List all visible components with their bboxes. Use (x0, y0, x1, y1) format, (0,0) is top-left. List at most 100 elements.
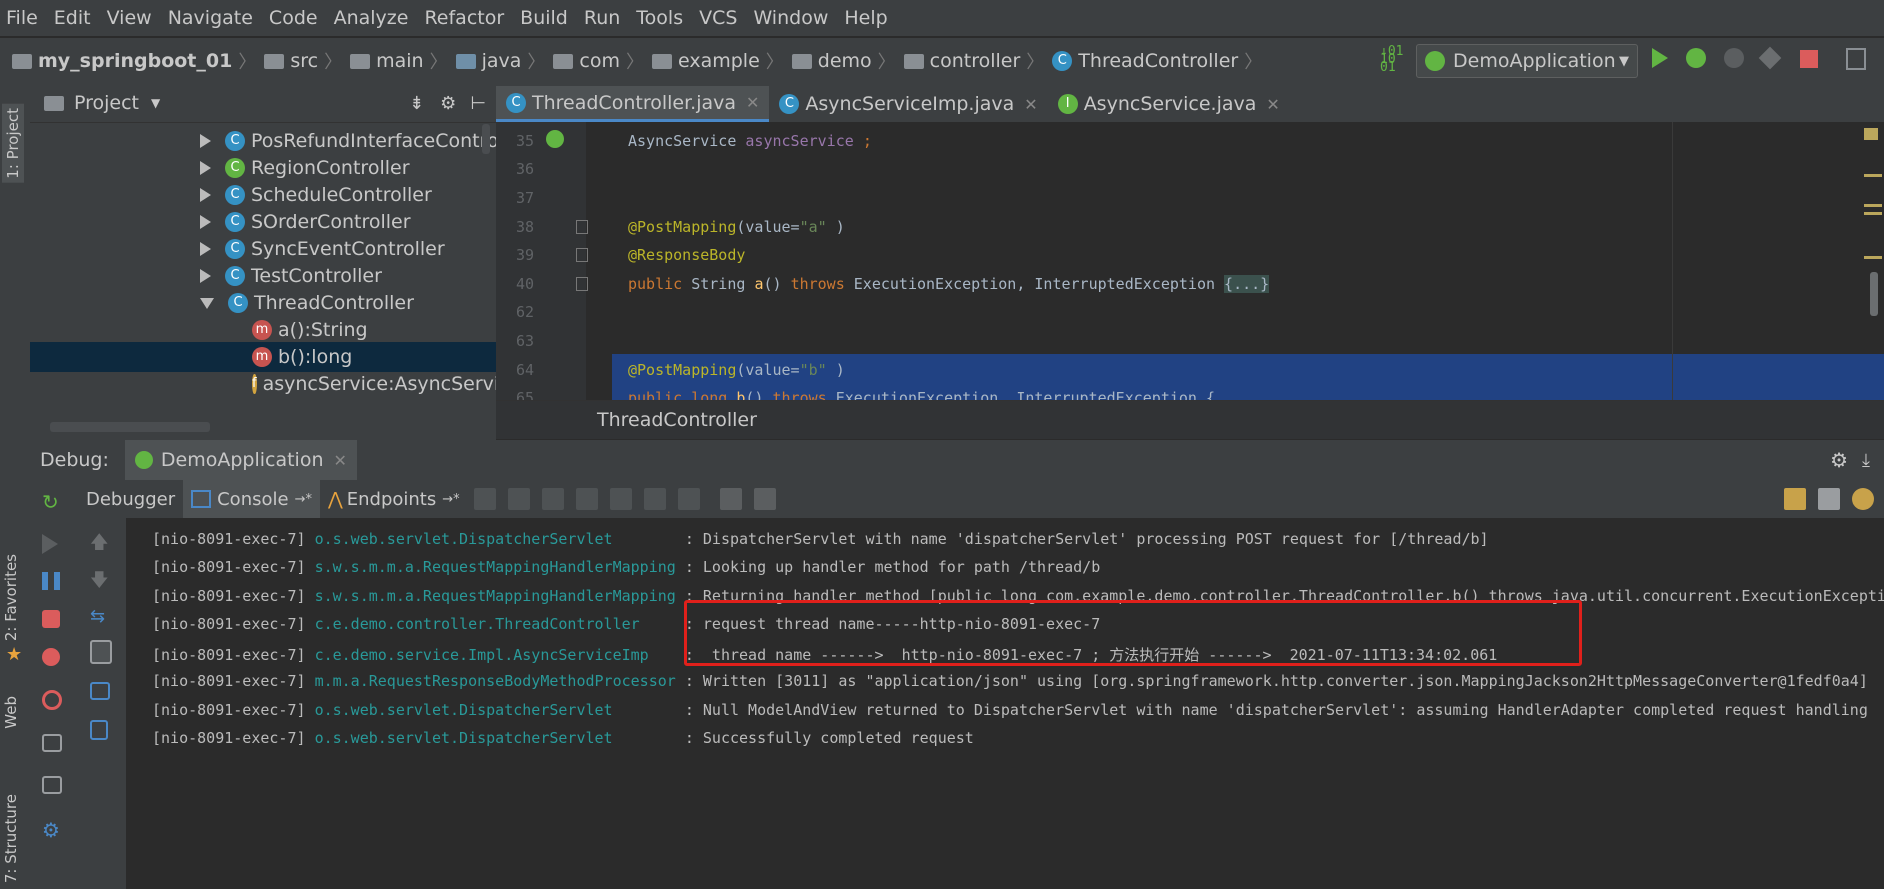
tree-item[interactable]: C ScheduleController (200, 180, 432, 210)
debug-session-tab[interactable]: DemoApplication ✕ (124, 440, 357, 480)
error-stripe-mark[interactable] (1864, 256, 1882, 259)
tab-debugger[interactable]: Debugger (78, 480, 183, 518)
menu-file[interactable]: File (6, 7, 38, 29)
breadcrumb-src[interactable]: src 〉 (264, 48, 342, 74)
up-arrow-icon[interactable]: 🡅 (90, 530, 112, 553)
stop-icon[interactable] (1800, 50, 1818, 68)
profiler-icon[interactable] (1852, 488, 1874, 510)
soft-wrap-icon[interactable]: ⇆ (90, 606, 112, 628)
tree-item[interactable]: C RegionController (200, 153, 410, 183)
tree-item[interactable]: C PosRefundInterfaceController (200, 126, 529, 156)
close-icon[interactable]: ✕ (1024, 95, 1037, 114)
stop-icon[interactable] (42, 610, 60, 628)
menu-refactor[interactable]: Refactor (424, 7, 504, 29)
camera-icon[interactable] (42, 734, 62, 752)
horizontal-scrollbar[interactable] (50, 422, 210, 432)
step-out-icon[interactable] (609, 488, 632, 510)
menu-tools[interactable]: Tools (636, 7, 683, 29)
fold-icon[interactable] (576, 248, 588, 262)
menu-code[interactable]: Code (269, 7, 318, 29)
expand-arrow-icon[interactable] (200, 161, 211, 175)
run-to-cursor-icon[interactable] (677, 488, 700, 510)
menu-help[interactable]: Help (844, 7, 887, 29)
evaluate-expression-icon[interactable] (719, 488, 742, 510)
menu-window[interactable]: Window (753, 7, 828, 29)
settings-icon[interactable]: ⚙ (42, 818, 64, 842)
view-breakpoints-icon[interactable] (42, 648, 60, 666)
vertical-scrollbar[interactable] (482, 124, 490, 154)
trash-icon[interactable] (90, 720, 108, 740)
error-stripe-mark[interactable] (1864, 128, 1878, 140)
collapse-all-icon[interactable]: ⇟ (409, 93, 424, 114)
step-into-icon[interactable] (541, 488, 564, 510)
tab-console[interactable]: Console →* (183, 480, 320, 518)
tree-item[interactable]: C ThreadController (200, 288, 414, 318)
tree-item[interactable]: C SyncEventController (200, 234, 445, 264)
breadcrumb-project[interactable]: my_springboot_01 〉 (12, 48, 256, 74)
tree-item[interactable]: C TestController (200, 261, 382, 291)
editor-breadcrumb-item[interactable]: ThreadController (597, 409, 757, 431)
gear-icon[interactable]: ⚙ (440, 93, 456, 114)
hide-panel-icon[interactable]: ⤓ (1862, 450, 1870, 471)
tab-asyncservice-java[interactable]: I AsyncService.java ✕ (1048, 86, 1290, 122)
editor-vertical-scrollbar[interactable] (1870, 272, 1878, 316)
expand-arrow-icon[interactable] (200, 242, 211, 256)
error-stripe-mark[interactable] (1864, 174, 1882, 177)
tab-asyncserviceimp-java[interactable]: C AsyncServiceImp.java ✕ (769, 86, 1047, 122)
breadcrumb-com[interactable]: com 〉 (553, 48, 644, 74)
drop-frame-icon[interactable] (643, 488, 666, 510)
show-execution-point-icon[interactable] (473, 488, 496, 510)
close-icon[interactable]: ✕ (334, 451, 347, 470)
memory-icon[interactable] (1818, 488, 1840, 510)
console-output[interactable]: [nio-8091-exec-7] o.s.web.servlet.Dispat… (126, 518, 1884, 889)
collapse-arrow-icon[interactable] (200, 297, 214, 309)
menu-navigate[interactable]: Navigate (168, 7, 253, 29)
menu-build[interactable]: Build (520, 7, 568, 29)
tab-structure-tool[interactable]: 7: Structure (2, 794, 20, 883)
menu-view[interactable]: View (107, 7, 152, 29)
expand-arrow-icon[interactable] (200, 134, 211, 148)
breadcrumb-java[interactable]: java 〉 (455, 48, 545, 74)
breadcrumb-demo[interactable]: demo 〉 (791, 48, 896, 74)
hide-icon[interactable]: ⊢ (470, 93, 486, 114)
spring-bean-gutter-icon[interactable] (546, 130, 564, 148)
project-view-selector[interactable]: Project (74, 92, 139, 114)
resume-icon[interactable] (42, 534, 58, 554)
gear-icon[interactable]: ⚙ (1830, 448, 1848, 472)
menu-edit[interactable]: Edit (54, 7, 91, 29)
tree-item[interactable]: f asyncService:AsyncService (252, 369, 496, 399)
force-step-into-icon[interactable] (575, 488, 598, 510)
build-icon[interactable]: ↓01 10 01 (1380, 45, 1403, 74)
tree-item[interactable]: C SOrderController (200, 207, 411, 237)
fold-expand-icon[interactable] (576, 277, 588, 291)
mute-breakpoints-icon[interactable] (42, 690, 62, 710)
tab-endpoints[interactable]: ⋀ Endpoints →* (320, 480, 468, 518)
breadcrumb-threadcontroller[interactable]: C ThreadController 〉 (1052, 48, 1262, 74)
pause-icon[interactable] (42, 572, 60, 590)
project-structure-icon[interactable] (1846, 48, 1866, 70)
layout-icon[interactable] (42, 776, 62, 794)
tab-web-tool[interactable]: Web (2, 696, 20, 729)
close-icon[interactable]: ✕ (1266, 95, 1279, 114)
tab-threadcontroller-java[interactable]: C ThreadController.java ✕ (496, 86, 770, 122)
tab-project-tool[interactable]: 1: Project (2, 104, 24, 183)
close-icon[interactable]: ✕ (746, 93, 759, 112)
run-icon[interactable] (1652, 48, 1668, 68)
threads-icon[interactable] (1784, 488, 1806, 510)
breadcrumb-example[interactable]: example 〉 (651, 48, 784, 74)
rerun-icon[interactable]: ↻ (42, 490, 64, 514)
print-icon[interactable] (90, 682, 110, 700)
menu-run[interactable]: Run (584, 7, 620, 29)
error-stripe-mark[interactable] (1864, 204, 1882, 207)
scroll-to-end-icon[interactable] (90, 640, 112, 664)
fold-icon[interactable] (576, 220, 588, 234)
breadcrumb-controller[interactable]: controller 〉 (903, 48, 1044, 74)
tree-item-selected[interactable]: m b():long (30, 342, 496, 372)
chevron-down-icon[interactable]: ▼ (151, 96, 160, 110)
tree-item[interactable]: m a():String (252, 315, 368, 345)
trace-stream-icon[interactable] (753, 488, 776, 510)
expand-arrow-icon[interactable] (200, 269, 211, 283)
menu-analyze[interactable]: Analyze (334, 7, 409, 29)
error-stripe-mark[interactable] (1864, 212, 1882, 215)
expand-arrow-icon[interactable] (200, 188, 211, 202)
